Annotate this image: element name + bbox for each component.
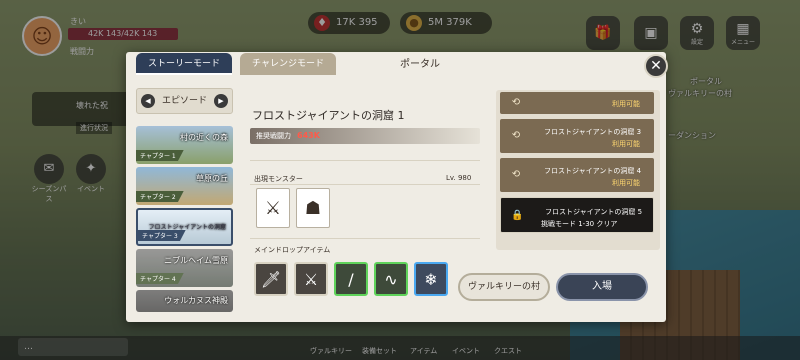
floor-status: 利用可能: [612, 140, 640, 148]
episode-label: エピソード: [161, 96, 207, 106]
chapter-number: チャプター 4: [136, 273, 184, 284]
monster-portrait-2[interactable]: ☗: [296, 188, 330, 228]
recommended-power-bar: 推奨戦闘力 643K: [250, 128, 480, 144]
portal-swirl-icon: ⟲: [511, 169, 521, 180]
chevron-left-icon[interactable]: ◀: [141, 94, 155, 108]
drop-item-4[interactable]: ∿: [374, 262, 408, 296]
portal-swirl-icon: ⟲: [511, 130, 521, 141]
portal-swirl-icon: ⟲: [511, 97, 521, 108]
modal-title: ポータル: [400, 59, 440, 70]
recommended-power-value: 643K: [297, 131, 320, 140]
floor-name: フロストジャイアントの洞窟 3: [544, 128, 642, 136]
chapter-4[interactable]: ニブルヘイム雪原 チャプター 4: [136, 249, 233, 287]
viking-monster-icon: ⚔: [264, 197, 282, 219]
monster-portrait-1[interactable]: ⚔: [256, 188, 290, 228]
close-button[interactable]: ✕: [644, 54, 668, 78]
chapter-number: チャプター 1: [136, 150, 184, 161]
floor-unlock-requirement: 挑戦モード 1-30 クリア: [541, 220, 618, 228]
dagger-icon: 🗡: [260, 269, 282, 289]
floor-item-5-locked[interactable]: 🔒 フロストジャイアントの洞窟 5 挑戦モード 1-30 クリア: [500, 197, 654, 233]
hooded-monster-icon: ☗: [304, 197, 322, 219]
monsters-label: 出現モンスター: [254, 175, 303, 183]
recommended-power-label: 推奨戦闘力: [256, 132, 291, 140]
valkyrie-village-button[interactable]: ヴァルキリーの村: [458, 273, 550, 301]
chapter-number: チャプター 2: [136, 191, 184, 202]
episode-selector: ◀ エピソード ▶: [136, 88, 233, 114]
chapter-name: 村の近くの森: [180, 133, 228, 142]
chapter-3-selected[interactable]: フロストジャイアントの洞窟 チャプター 3: [136, 208, 233, 246]
lock-icon: 🔒: [511, 210, 524, 221]
close-icon: ✕: [650, 58, 662, 74]
snowflake-icon: ❄: [424, 269, 438, 289]
drop-item-2[interactable]: ⚔: [294, 262, 328, 296]
floor-status: 利用可能: [612, 100, 640, 108]
floor-item-4[interactable]: ⟲ フロストジャイアントの洞窟 4 利用可能: [500, 158, 654, 192]
drop-items-label: メインドロップアイテム: [254, 246, 331, 254]
drop-item-3[interactable]: /: [334, 262, 368, 296]
horn-icon: ∿: [384, 269, 398, 289]
chapter-name: ウォルカヌス神殿: [164, 296, 228, 305]
divider: [250, 238, 480, 239]
chapter-2[interactable]: 草原の丘 チャプター 2: [136, 167, 233, 205]
blade-icon: ⚔: [303, 269, 319, 289]
chapter-number: チャプター 3: [138, 230, 186, 241]
chevron-right-icon[interactable]: ▶: [214, 94, 228, 108]
tab-story-mode[interactable]: ストーリーモード: [136, 53, 232, 75]
chapter-name: フロストジャイアントの洞窟: [148, 224, 226, 231]
chapter-1[interactable]: 村の近くの森 チャプター 1: [136, 126, 233, 164]
floor-name: フロストジャイアントの洞窟 5: [545, 208, 643, 216]
floor-name: フロストジャイアントの洞窟 4: [544, 167, 642, 175]
floor-item-3[interactable]: ⟲ フロストジャイアントの洞窟 3 利用可能: [500, 119, 654, 153]
chapter-name: ニブルヘイム雪原: [164, 256, 228, 265]
divider: [250, 160, 480, 161]
drop-item-5[interactable]: ❄: [414, 262, 448, 296]
level-text: Lv. 980: [446, 174, 472, 182]
floor-status: 利用可能: [612, 179, 640, 187]
enter-button[interactable]: 入場: [556, 273, 648, 301]
drop-item-1[interactable]: 🗡: [254, 262, 288, 296]
dungeon-title: フロストジャイアントの洞窟 1: [252, 109, 405, 122]
chapter-5[interactable]: ウォルカヌス神殿: [136, 290, 233, 312]
knife-icon: /: [348, 269, 354, 289]
chapter-name: 草原の丘: [196, 174, 228, 183]
tab-challenge-mode[interactable]: チャレンジモード: [240, 53, 336, 75]
floor-item-2[interactable]: ⟲ 利用可能: [500, 92, 654, 114]
divider: [250, 184, 480, 185]
